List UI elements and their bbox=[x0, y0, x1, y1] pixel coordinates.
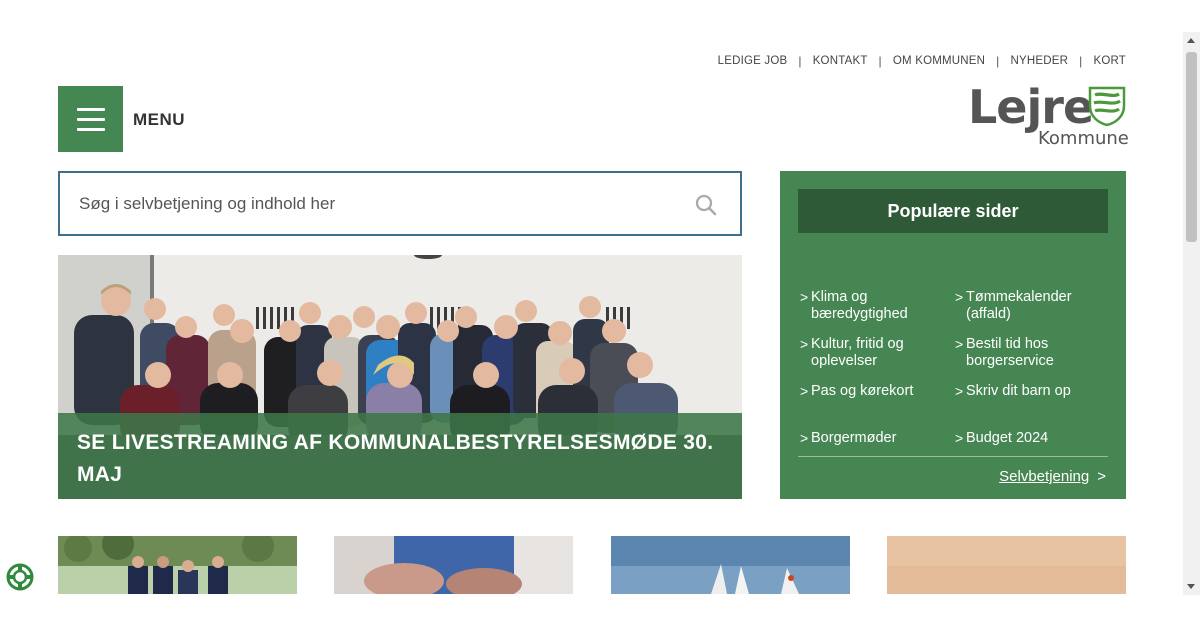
popular-link-budget[interactable]: > Budget 2024 bbox=[955, 430, 1048, 447]
news-card-4[interactable] bbox=[887, 536, 1126, 594]
popular-link-tommekalender[interactable]: > Tømmekalender (affald) bbox=[955, 289, 1072, 323]
hamburger-icon bbox=[76, 107, 105, 111]
chevron-right-icon: > bbox=[800, 430, 809, 446]
logo-name: Lejre bbox=[968, 80, 1094, 134]
news-card-2[interactable] bbox=[334, 536, 573, 594]
card-image-sailing bbox=[611, 536, 850, 594]
card-image-beige bbox=[887, 536, 1126, 594]
search-box bbox=[58, 171, 742, 236]
chevron-right-icon: > bbox=[955, 383, 964, 399]
news-card-3[interactable] bbox=[611, 536, 850, 594]
page-scrollbar[interactable] bbox=[1183, 32, 1200, 595]
news-card-1[interactable] bbox=[58, 536, 297, 594]
popular-link-pas[interactable]: > Pas og kørekort bbox=[800, 383, 913, 400]
menu-label[interactable]: MENU bbox=[133, 110, 185, 130]
popular-link-borgerservice[interactable]: > Bestil tid hos borgerservice bbox=[955, 336, 1054, 370]
nav-separator: | bbox=[798, 54, 802, 68]
nav-link-nyheder[interactable]: NYHEDER bbox=[1010, 55, 1068, 67]
nav-separator: | bbox=[878, 54, 882, 68]
nav-link-kontakt[interactable]: KONTAKT bbox=[813, 55, 868, 67]
popular-pages-panel: Populære sider > Klima og bæredygtighed … bbox=[780, 171, 1126, 499]
chevron-right-icon: > bbox=[955, 430, 964, 446]
scroll-up-icon[interactable] bbox=[1187, 38, 1195, 43]
popular-link-kultur[interactable]: > Kultur, fritid og oplevelser bbox=[800, 336, 904, 370]
page: LEDIGE JOB | KONTAKT | OM KOMMUNEN | NYH… bbox=[0, 0, 1200, 627]
chevron-right-icon: > bbox=[800, 289, 809, 305]
hamburger-icon bbox=[76, 127, 105, 131]
nav-separator: | bbox=[996, 54, 1000, 68]
chevron-right-icon: > bbox=[800, 336, 809, 352]
popular-pages-title: Populære sider bbox=[798, 189, 1108, 233]
scrollbar-thumb[interactable] bbox=[1186, 52, 1197, 242]
chevron-right-icon: > bbox=[800, 383, 809, 399]
hero-banner[interactable]: SE LIVESTREAMING AF KOMMUNALBESTYRELSESM… bbox=[58, 255, 742, 499]
panel-divider bbox=[798, 456, 1108, 457]
lejre-kommune-logo[interactable]: Lejre Kommune bbox=[968, 80, 1129, 150]
popular-link-skriv-barn-op[interactable]: > Skriv dit barn op bbox=[955, 383, 1071, 400]
popular-link-borgermoder[interactable]: > Borgermøder bbox=[800, 430, 896, 447]
card-image-football bbox=[58, 536, 297, 594]
nav-link-kort[interactable]: KORT bbox=[1093, 55, 1126, 67]
shield-icon bbox=[1088, 86, 1126, 126]
chevron-right-icon: > bbox=[955, 336, 964, 352]
menu-button[interactable] bbox=[58, 86, 123, 152]
chevron-right-icon: > bbox=[1097, 468, 1106, 485]
nav-link-ledige-job[interactable]: LEDIGE JOB bbox=[718, 55, 788, 67]
nav-link-om-kommunen[interactable]: OM KOMMUNEN bbox=[893, 55, 985, 67]
scroll-down-icon[interactable] bbox=[1187, 584, 1195, 589]
nav-separator: | bbox=[1079, 54, 1083, 68]
logo-subtitle: Kommune bbox=[1038, 128, 1129, 149]
hamburger-icon bbox=[76, 117, 105, 121]
card-image-hands bbox=[334, 536, 573, 594]
accessibility-icon[interactable] bbox=[6, 563, 34, 591]
search-icon[interactable] bbox=[694, 193, 718, 217]
selvbetjening-link[interactable]: Selvbetjening > bbox=[999, 468, 1106, 485]
top-utility-nav: LEDIGE JOB | KONTAKT | OM KOMMUNEN | NYH… bbox=[718, 54, 1126, 68]
hero-caption[interactable]: SE LIVESTREAMING AF KOMMUNALBESTYRELSESM… bbox=[58, 413, 742, 499]
hero-caption-title[interactable]: SE LIVESTREAMING AF KOMMUNALBESTYRELSESM… bbox=[77, 427, 723, 491]
search-input[interactable] bbox=[60, 193, 660, 214]
popular-link-klima[interactable]: > Klima og bæredygtighed bbox=[800, 289, 908, 323]
chevron-right-icon: > bbox=[955, 289, 964, 305]
